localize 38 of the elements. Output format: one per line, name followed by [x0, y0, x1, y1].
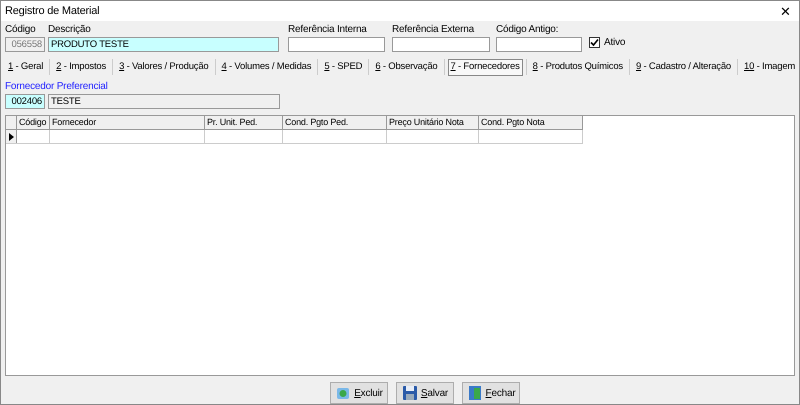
tab[interactable]: 5 - SPED	[321, 58, 366, 76]
column-header: Código	[17, 116, 50, 129]
row-pointer-icon	[8, 132, 14, 140]
column-header: Fornecedor	[50, 116, 205, 129]
tab[interactable]: 1 - Geral	[5, 58, 46, 76]
tab[interactable]: 6 - Observação	[372, 58, 440, 76]
text-field[interactable]	[392, 37, 490, 52]
save-button[interactable]: Salvar	[396, 382, 454, 404]
checkbox[interactable]	[589, 37, 600, 48]
field-label: Código	[5, 23, 36, 37]
tab[interactable]: 4 - Volumes / Medidas	[218, 58, 314, 76]
window-title: Registro de Material	[5, 4, 100, 19]
text-field[interactable]	[496, 37, 582, 52]
door-icon	[466, 385, 483, 401]
tab[interactable]: 7 - Fornecedores	[448, 58, 523, 76]
column-header: Pr. Unit. Ped.	[205, 116, 283, 129]
tab[interactable]: 8 - Produtos Químicos	[530, 58, 626, 76]
field-label: Fornecedor Preferencial	[5, 80, 109, 94]
field-label: Referência Interna	[288, 23, 368, 37]
tab[interactable]: 10 - Imagem	[741, 58, 798, 76]
checkbox-label: Ativo	[604, 36, 626, 50]
column-header: Preço Unitário Nota	[387, 116, 479, 129]
text-field[interactable]	[288, 37, 385, 52]
column-header: Cond. Pgto Ped.	[283, 116, 387, 129]
field-label: Referência Externa	[392, 23, 476, 37]
tab[interactable]: 2 - Impostos	[53, 58, 110, 76]
column-header: Cond. Pgto Nota	[479, 116, 583, 129]
delete-button[interactable]: Excluir	[330, 382, 388, 404]
close-button[interactable]: ✕	[780, 4, 791, 18]
tab[interactable]: 3 - Valores / Produção	[116, 58, 212, 76]
text-field[interactable]: PRODUTO TESTE	[48, 37, 279, 52]
field-label: Código Antigo:	[496, 23, 560, 37]
text-field[interactable]: 056558	[5, 37, 45, 52]
text-field[interactable]: 002406	[5, 94, 45, 109]
field-label: Descrição	[48, 23, 92, 37]
close-button[interactable]: Fechar	[462, 382, 520, 404]
tab[interactable]: 9 - Cadastro / Alteração	[632, 58, 734, 76]
text-field[interactable]: TESTE	[48, 94, 280, 109]
